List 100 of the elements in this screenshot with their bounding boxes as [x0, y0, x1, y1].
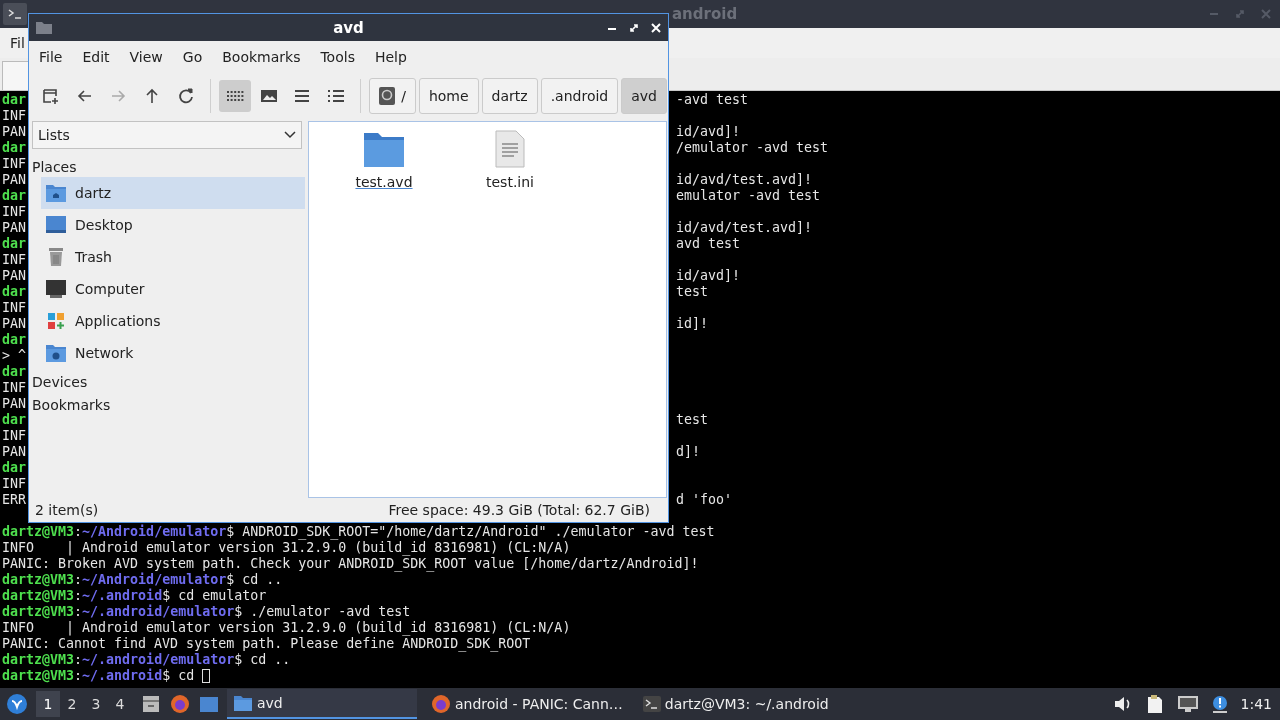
terminal-line: dar [2, 460, 27, 476]
workspace-button[interactable]: 3 [84, 691, 108, 717]
status-text: Free space: 49.3 GiB (Total: 62.7 GiB) [388, 502, 650, 518]
terminal-line: INF [2, 300, 27, 316]
terminal-line: dar [2, 364, 27, 380]
terminal-line: PANIC: Cannot find AVD system path. Please define ANDROID_SDK_ROOT [2, 636, 531, 652]
task-button[interactable]: android - PANIC: Cann… [425, 689, 629, 719]
file-entry[interactable]: test.ini [465, 130, 555, 190]
terminal-line: dartz@VM3:~/Android/emulator$ cd .. [2, 572, 283, 588]
applications-icon [45, 311, 67, 331]
terminal-line: INF [2, 108, 27, 124]
terminal-tab[interactable] [2, 61, 30, 90]
home-folder-icon [45, 183, 67, 203]
terminal-line: > ^ [2, 348, 27, 364]
icons-view-button[interactable] [219, 80, 251, 112]
terminal-line: id/avd/test.avd]! [676, 172, 813, 188]
terminal-line: PAN [2, 316, 27, 332]
place-item[interactable]: dartz [41, 177, 305, 209]
terminal-line: d 'foo' [676, 492, 733, 508]
path-button[interactable]: / [369, 78, 416, 114]
notification-icon[interactable] [1210, 695, 1229, 713]
computer-icon [45, 279, 67, 299]
terminal-line: INF [2, 252, 27, 268]
list-icon [293, 87, 312, 105]
section-header[interactable]: Bookmarks [29, 392, 305, 415]
section-header[interactable]: Places [29, 149, 305, 177]
terminal-line: dar [2, 332, 27, 348]
place-item[interactable]: Trash [41, 241, 305, 273]
menu-item[interactable]: Help [364, 49, 417, 65]
terminal-line: PAN [2, 124, 27, 140]
place-item[interactable]: Computer [41, 273, 305, 305]
place-item[interactable]: Applications [41, 305, 305, 337]
terminal-line: dartz@VM3:~/.android$ cd emulator [2, 588, 267, 604]
terminal-line: dar [2, 140, 27, 156]
folder-icon [35, 20, 53, 35]
terminal-line: test [676, 412, 709, 428]
terminal-line: PAN [2, 172, 27, 188]
image-icon [259, 87, 278, 105]
terminal-line: dar [2, 412, 27, 428]
file-cabinet-icon[interactable] [141, 694, 161, 714]
terminal-line: id/avd/test.avd]! [676, 220, 813, 236]
terminal-line: INF [2, 204, 27, 220]
menu-item[interactable]: Fil [10, 35, 25, 51]
menu-item[interactable]: View [119, 49, 173, 65]
terminal-line: ERR [2, 492, 27, 508]
workspace-button[interactable]: 1 [36, 691, 60, 717]
reload-icon [177, 87, 196, 105]
browser-icon [431, 694, 451, 714]
task-button[interactable]: avd [227, 689, 417, 719]
terminal-line: INFO | Android emulator version 31.2.9.0 (build_id 8316981) (CL:N/A) [2, 540, 571, 556]
terminal-line: dar [2, 188, 27, 204]
desktop-icon[interactable] [199, 694, 219, 714]
section-header[interactable]: Devices [29, 369, 305, 392]
terminal-line: PAN [2, 220, 27, 236]
terminal-line: PAN [2, 444, 27, 460]
menu-item[interactable]: File [29, 49, 73, 65]
start-menu-icon[interactable] [6, 693, 28, 715]
terminal-line: dartz@VM3:~/.android$ cd [2, 668, 195, 684]
terminal-line: /emulator -avd test [676, 140, 829, 156]
terminal-line: d]! [676, 444, 701, 460]
terminal-line: PAN [2, 396, 27, 412]
terminal-line: INF [2, 476, 27, 492]
folder-icon [233, 694, 253, 712]
terminal-line: id]! [676, 316, 709, 332]
maximize-icon[interactable] [628, 21, 640, 34]
terminal-line: emulator -avd test [676, 188, 821, 204]
task-button[interactable]: dartz@VM3: ~/.android [636, 689, 835, 719]
folder-icon [363, 130, 405, 168]
path-button[interactable]: avd [621, 78, 667, 114]
network-icon[interactable] [1176, 695, 1199, 713]
terminal-line: INF [2, 428, 27, 444]
file-entry[interactable]: test.avd [339, 130, 429, 190]
terminal-line: INF [2, 156, 27, 172]
terminal-line: PAN [2, 268, 27, 284]
path-button[interactable]: dartz [481, 78, 538, 114]
text-file-icon [494, 130, 526, 168]
search-icon [379, 87, 396, 105]
terminal-icon[interactable] [3, 3, 27, 25]
desktop-icon [45, 215, 67, 235]
side-pane-dropdown[interactable]: Lists [32, 121, 302, 149]
menu-item[interactable]: Edit [72, 49, 120, 65]
place-item[interactable]: Desktop [41, 209, 305, 241]
terminal-line: id/avd]! [676, 268, 741, 284]
workspace-button[interactable]: 4 [108, 691, 132, 717]
path-button[interactable]: home [418, 78, 479, 114]
clock: 1:41 [1240, 696, 1272, 712]
menu-item[interactable]: Bookmarks [212, 49, 311, 65]
menu-item[interactable]: Go [172, 49, 213, 65]
status-text: 2 item(s) [35, 502, 99, 518]
browser-icon[interactable] [170, 694, 190, 714]
terminal-line: dar [2, 236, 27, 252]
path-button[interactable]: .android [540, 78, 619, 114]
terminal-line: id/avd]! [676, 124, 741, 140]
place-item[interactable]: Network [41, 337, 305, 369]
new-window-icon [41, 87, 60, 105]
detailed-list-icon [327, 87, 346, 105]
terminal-line: dar [2, 284, 27, 300]
menu-item[interactable]: Tools [310, 49, 365, 65]
workspace-button[interactable]: 2 [60, 691, 84, 717]
terminal-icon [642, 696, 661, 712]
